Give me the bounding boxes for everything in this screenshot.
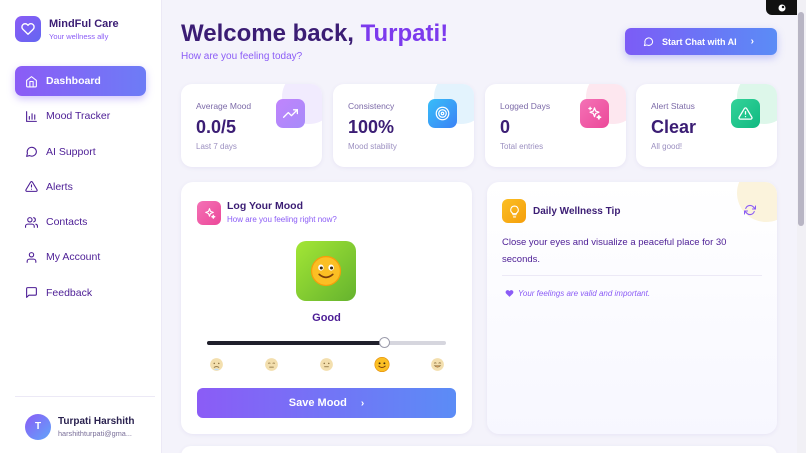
scrollbar-thumb[interactable]	[798, 12, 804, 226]
user-profile[interactable]: T Turpati Harshith harshithturpati@gma..…	[15, 396, 155, 446]
stat-value: 0.0/5	[196, 117, 237, 137]
alert-triangle-icon	[731, 99, 760, 128]
neutral-face-icon[interactable]	[319, 356, 335, 372]
smiling-face-icon[interactable]	[374, 356, 390, 372]
stat-card-alert-status: Alert Status Clear All good!	[636, 84, 777, 167]
sidebar-item-label: AI Support	[46, 145, 96, 158]
stat-card-logged-days: Logged Days 0 Total entries	[485, 84, 626, 167]
stat-value: Clear	[651, 117, 697, 137]
heart-icon	[505, 290, 514, 297]
brand[interactable]: MindFul Care Your wellness ally	[15, 16, 119, 42]
chat-bubble-icon	[26, 146, 37, 158]
stat-label: Average Mood	[196, 101, 252, 111]
message-square-icon	[26, 287, 37, 299]
log-mood-panel: Log Your Mood How are you feeling right …	[181, 182, 472, 434]
chevron-right-icon: ›	[360, 397, 365, 409]
scrollbar[interactable]	[797, 0, 806, 453]
stat-label: Consistency	[348, 101, 395, 111]
stat-label: Alert Status	[651, 101, 695, 111]
sidebar-nav: Dashboard Mood Tracker AI Support Alerts…	[15, 66, 146, 313]
sidebar-item-label: Alerts	[46, 180, 73, 193]
lightbulb-icon	[502, 199, 526, 223]
wellness-note: Your feelings are valid and important.	[505, 289, 650, 298]
page-title: Welcome back, Turpati!	[181, 20, 448, 48]
stat-card-average-mood: Average Mood 0.0/5 Last 7 days	[181, 84, 322, 167]
slider-thumb[interactable]	[378, 337, 390, 348]
wellness-tip-title: Daily Wellness Tip	[533, 206, 621, 217]
brand-name: MindFul Care	[49, 17, 119, 30]
very-sad-face-icon[interactable]	[208, 356, 224, 372]
slider-fill	[207, 341, 384, 345]
stat-card-consistency: Consistency 100% Mood stability	[333, 84, 474, 167]
sidebar-item-ai-support[interactable]: AI Support	[15, 137, 146, 167]
divider	[502, 275, 762, 276]
stat-value: 100%	[348, 117, 395, 137]
home-icon	[26, 75, 37, 87]
stat-value: 0	[500, 117, 511, 137]
emoji-scale	[208, 356, 445, 372]
stat-note: Last 7 days	[196, 142, 237, 151]
sparkles-icon	[580, 99, 609, 128]
stat-note: Mood stability	[348, 142, 397, 151]
greeting-text: Welcome back,	[181, 20, 354, 47]
lower-panel	[181, 446, 777, 453]
target-icon	[428, 99, 457, 128]
sidebar-item-label: Contacts	[46, 216, 88, 229]
user-icon	[26, 252, 37, 263]
trending-up-icon	[276, 99, 305, 128]
smiling-face-icon	[310, 255, 342, 287]
brand-tagline: Your wellness ally	[49, 31, 109, 41]
refresh-icon[interactable]	[744, 204, 756, 216]
heart-logo-icon	[15, 16, 41, 42]
sidebar-item-contacts[interactable]: Contacts	[15, 207, 146, 237]
sidebar-item-my-account[interactable]: My Account	[15, 242, 146, 272]
sidebar-item-label: Mood Tracker	[46, 110, 111, 123]
save-mood-label: Save Mood	[288, 397, 347, 409]
sidebar-item-dashboard[interactable]: Dashboard	[15, 66, 146, 96]
sidebar-item-label: My Account	[46, 251, 101, 264]
log-mood-subtitle: How are you feeling right now?	[227, 215, 337, 224]
current-mood-display	[296, 241, 356, 301]
mood-label: Good	[312, 312, 341, 324]
save-mood-button[interactable]: Save Mood ›	[197, 388, 456, 418]
stat-note: All good!	[651, 142, 683, 151]
sidebar-item-mood-tracker[interactable]: Mood Tracker	[15, 101, 146, 131]
chat-bubble-icon	[643, 37, 654, 47]
start-chat-button[interactable]: Start Chat with AI ›	[625, 28, 777, 55]
wellness-note-text: Your feelings are valid and important.	[518, 289, 651, 298]
mood-slider[interactable]	[207, 337, 446, 348]
stat-note: Total entries	[500, 142, 544, 151]
wellness-tip-panel: Daily Wellness Tip Close your eyes and v…	[487, 182, 777, 434]
sparkles-icon	[197, 201, 221, 225]
warning-icon	[25, 181, 38, 193]
log-mood-title: Log Your Mood	[227, 200, 304, 212]
extension-icon[interactable]	[766, 0, 798, 15]
page-subtitle: How are you feeling today?	[181, 51, 303, 62]
sidebar-item-label: Dashboard	[46, 75, 101, 87]
sad-face-icon[interactable]	[263, 356, 279, 372]
users-icon	[25, 216, 38, 228]
sidebar: MindFul Care Your wellness ally Dashboar…	[0, 0, 162, 453]
sidebar-item-alerts[interactable]: Alerts	[15, 172, 146, 202]
sidebar-item-label: Feedback	[46, 286, 93, 299]
start-chat-label: Start Chat with AI	[662, 36, 737, 47]
bar-chart-icon	[26, 110, 37, 122]
chevron-right-icon: ›	[750, 36, 755, 47]
happy-face-icon[interactable]	[429, 356, 445, 372]
user-name: Turpati Harshith	[58, 415, 135, 427]
wellness-tip-text: Close your eyes and visualize a peaceful…	[502, 237, 727, 265]
stat-label: Logged Days	[500, 101, 551, 111]
avatar: T	[25, 413, 51, 440]
user-first-name: Turpati!	[360, 20, 449, 47]
user-email: harshithturpati@gma...	[58, 428, 132, 438]
sidebar-item-feedback[interactable]: Feedback	[15, 278, 146, 308]
